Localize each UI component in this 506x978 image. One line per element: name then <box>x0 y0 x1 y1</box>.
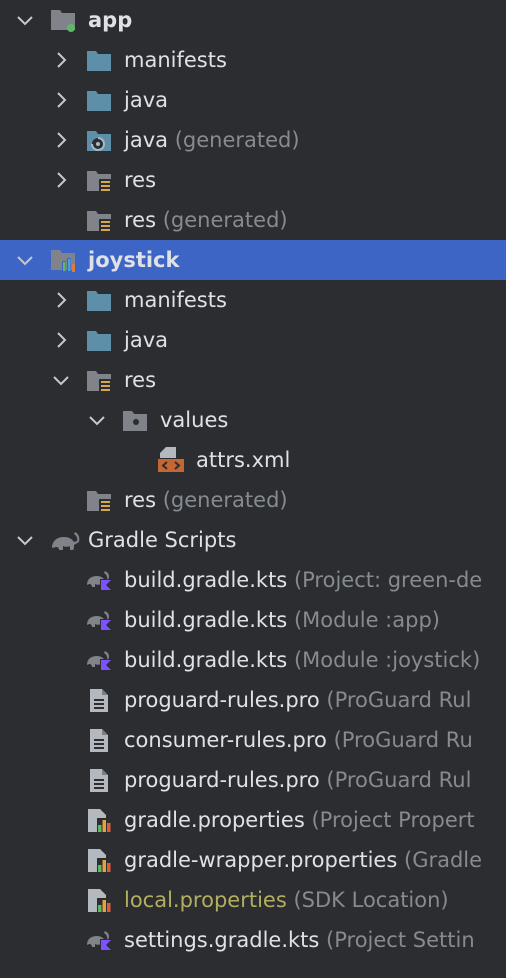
res-folder-icon <box>86 208 112 232</box>
tree-item-label: local.properties <box>124 888 287 912</box>
tree-item-joy-res[interactable]: res <box>0 360 506 400</box>
tree-item-label: build.gradle.kts <box>124 568 288 592</box>
tree-item-gs-build-joystick[interactable]: build.gradle.kts (Module :joystick) <box>0 640 506 680</box>
text-file-icon <box>86 728 112 752</box>
tree-item-hint: (generated) <box>162 488 288 512</box>
tree-item-hint: (Module :app) <box>293 608 440 632</box>
tree-item-gs-local-props[interactable]: local.properties (SDK Location) <box>0 880 506 920</box>
gradle-kts-icon <box>86 648 112 672</box>
tree-item-app-res-generated[interactable]: res (generated) <box>0 200 506 240</box>
tree-item-hint: (generated) <box>162 208 288 232</box>
tree-item-label: consumer-rules.pro <box>124 728 327 752</box>
tree-item-label: res <box>124 208 157 232</box>
tree-item-hint: (Project Propert <box>311 808 475 832</box>
tree-item-gradle-scripts[interactable]: Gradle Scripts <box>0 520 506 560</box>
tree-item-label: app <box>88 8 133 32</box>
tree-item-label: res <box>124 368 157 392</box>
tree-item-label: proguard-rules.pro <box>124 768 320 792</box>
tree-item-label: values <box>160 408 229 432</box>
chevron-down-icon[interactable] <box>15 530 35 550</box>
tree-item-label: build.gradle.kts <box>124 648 288 672</box>
tree-item-label: proguard-rules.pro <box>124 688 320 712</box>
module-library-icon <box>50 248 76 272</box>
tree-item-hint: (generated) <box>174 128 300 152</box>
tree-item-label: manifests <box>124 288 227 312</box>
chevron-right-icon[interactable] <box>51 170 71 190</box>
tree-item-hint: (ProGuard Rul <box>326 688 472 712</box>
tree-item-joy-res-generated[interactable]: res (generated) <box>0 480 506 520</box>
gradle-elephant-icon <box>50 528 80 552</box>
chevron-down-icon[interactable] <box>15 10 35 30</box>
properties-file-icon <box>86 848 112 872</box>
project-tree: app manifests java java (generated) res res (… <box>0 0 506 978</box>
tree-item-joy-attrs[interactable]: attrs.xml <box>0 440 506 480</box>
tree-item-gs-gradle-props[interactable]: gradle.properties (Project Propert <box>0 800 506 840</box>
values-folder-icon <box>122 408 148 432</box>
tree-item-app[interactable]: app <box>0 0 506 40</box>
tree-item-label: java <box>124 328 168 352</box>
res-folder-icon <box>86 368 112 392</box>
folder-icon <box>86 88 112 112</box>
generated-folder-icon <box>86 128 112 152</box>
tree-item-gs-build-project[interactable]: build.gradle.kts (Project: green-de <box>0 560 506 600</box>
tree-item-gs-consumer[interactable]: consumer-rules.pro (ProGuard Ru <box>0 720 506 760</box>
tree-item-gs-wrapper-props[interactable]: gradle-wrapper.properties (Gradle <box>0 840 506 880</box>
tree-item-label: settings.gradle.kts <box>124 928 320 952</box>
tree-item-joystick[interactable]: joystick <box>0 240 506 280</box>
tree-item-gs-proguard-joy[interactable]: proguard-rules.pro (ProGuard Rul <box>0 760 506 800</box>
properties-file-icon <box>86 808 112 832</box>
tree-item-hint: (Project: green-de <box>293 568 483 592</box>
tree-item-label: manifests <box>124 48 227 72</box>
tree-item-hint: (ProGuard Ru <box>333 728 473 752</box>
tree-item-app-java[interactable]: java <box>0 80 506 120</box>
tree-item-label: joystick <box>88 248 180 272</box>
gradle-kts-icon <box>86 608 112 632</box>
tree-item-label: java <box>124 88 168 112</box>
tree-item-joy-java[interactable]: java <box>0 320 506 360</box>
text-file-icon <box>86 768 112 792</box>
tree-item-gs-settings[interactable]: settings.gradle.kts (Project Settin <box>0 920 506 960</box>
chevron-down-icon[interactable] <box>51 370 71 390</box>
folder-icon <box>86 328 112 352</box>
gradle-kts-icon <box>86 928 112 952</box>
tree-item-joy-values[interactable]: values <box>0 400 506 440</box>
chevron-right-icon[interactable] <box>51 50 71 70</box>
tree-item-label: res <box>124 168 157 192</box>
tree-item-hint: (SDK Location) <box>293 888 449 912</box>
tree-item-app-manifests[interactable]: manifests <box>0 40 506 80</box>
res-folder-icon <box>86 488 112 512</box>
chevron-down-icon[interactable] <box>15 250 35 270</box>
tree-item-hint: (Gradle <box>404 848 483 872</box>
gradle-kts-icon <box>86 568 112 592</box>
tree-item-label: attrs.xml <box>196 448 291 472</box>
tree-item-hint: (Module :joystick) <box>293 648 481 672</box>
tree-item-label: gradle.properties <box>124 808 305 832</box>
chevron-right-icon[interactable] <box>51 90 71 110</box>
xml-file-icon <box>158 446 184 472</box>
tree-item-gs-proguard-app[interactable]: proguard-rules.pro (ProGuard Rul <box>0 680 506 720</box>
chevron-right-icon[interactable] <box>51 330 71 350</box>
tree-item-app-java-generated[interactable]: java (generated) <box>0 120 506 160</box>
tree-item-hint: (Project Settin <box>326 928 475 952</box>
res-folder-icon <box>86 168 112 192</box>
folder-icon <box>86 48 112 72</box>
tree-item-joy-manifests[interactable]: manifests <box>0 280 506 320</box>
chevron-right-icon[interactable] <box>51 130 71 150</box>
tree-item-label: gradle-wrapper.properties <box>124 848 398 872</box>
tree-item-hint: (ProGuard Rul <box>326 768 472 792</box>
folder-icon <box>86 288 112 312</box>
chevron-down-icon[interactable] <box>87 410 107 430</box>
tree-item-label: java <box>124 128 168 152</box>
chevron-right-icon[interactable] <box>51 290 71 310</box>
tree-item-app-res[interactable]: res <box>0 160 506 200</box>
tree-item-gs-build-app[interactable]: build.gradle.kts (Module :app) <box>0 600 506 640</box>
tree-item-label: Gradle Scripts <box>88 528 237 552</box>
text-file-icon <box>86 688 112 712</box>
tree-item-label: build.gradle.kts <box>124 608 288 632</box>
properties-file-icon <box>86 888 112 912</box>
module-app-icon <box>50 8 76 32</box>
tree-item-label: res <box>124 488 157 512</box>
